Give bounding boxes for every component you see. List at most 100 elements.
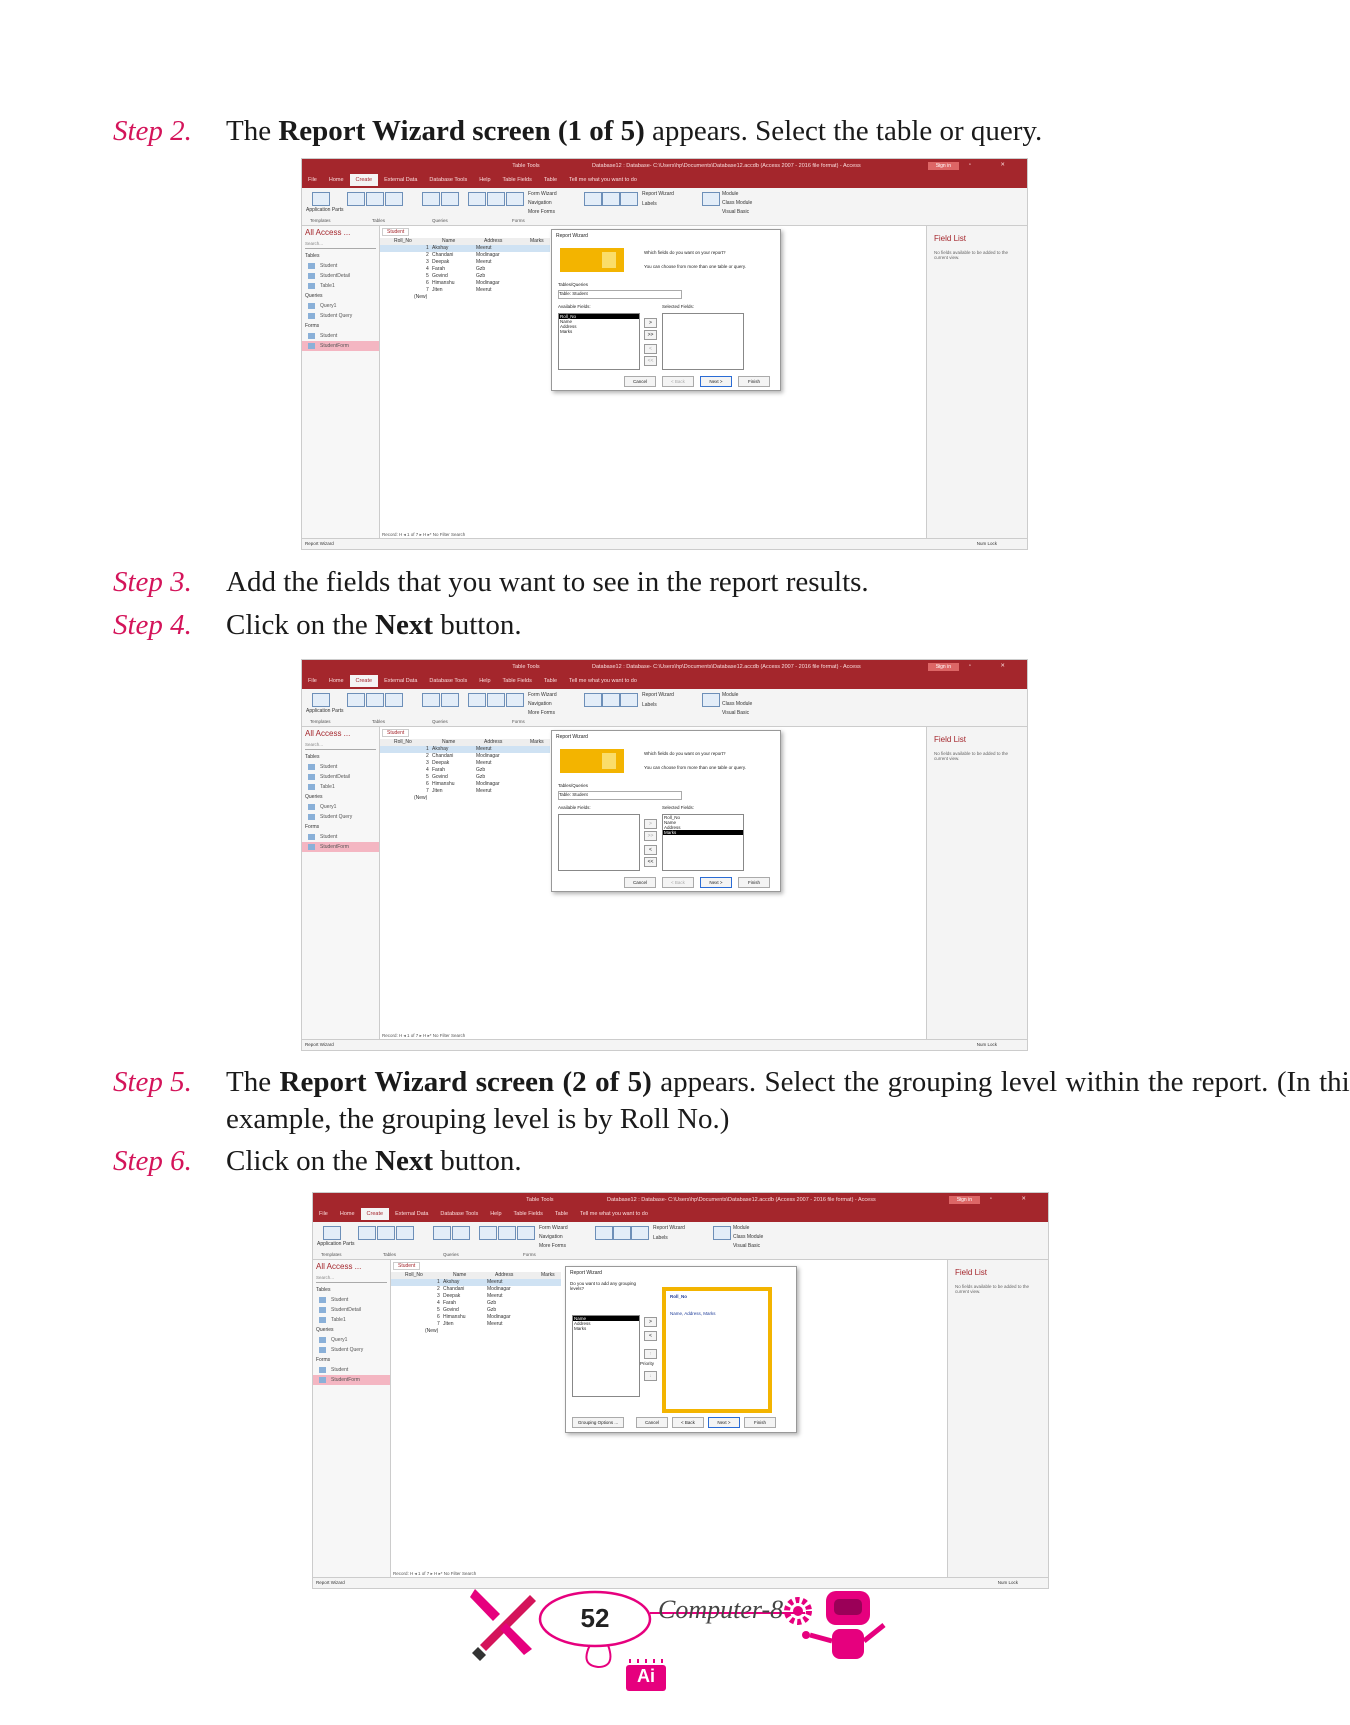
cell[interactable]: (New) xyxy=(414,294,427,300)
remove-all-button[interactable]: << xyxy=(644,857,657,867)
cell[interactable]: Gzb xyxy=(476,767,485,773)
tab-home[interactable]: Home xyxy=(334,1208,361,1220)
cell[interactable]: Jiten xyxy=(443,1321,454,1327)
more-forms-button[interactable]: More Forms xyxy=(539,1243,566,1249)
nav-search-input[interactable]: Search... xyxy=(305,742,376,750)
table-row[interactable]: 2 Chandani Modinagar xyxy=(391,1286,561,1293)
cell[interactable]: 5 xyxy=(437,1307,440,1313)
nav-item[interactable]: Query1 xyxy=(302,301,379,311)
blank-form-icon[interactable] xyxy=(517,1226,535,1240)
cell[interactable]: 3 xyxy=(437,1293,440,1299)
labels-button[interactable]: Labels xyxy=(653,1235,668,1241)
cell[interactable]: Govind xyxy=(432,774,448,780)
table-row[interactable]: 4 Farah Gzb xyxy=(380,266,550,273)
blank-form-icon[interactable] xyxy=(506,192,524,206)
remove-all-button[interactable]: << xyxy=(644,356,657,366)
cell[interactable]: 4 xyxy=(437,1300,440,1306)
list-item[interactable]: Marks xyxy=(573,1326,639,1331)
cell[interactable]: Himanshu xyxy=(432,280,455,286)
cell[interactable]: Gzb xyxy=(476,266,485,272)
visual-basic-button[interactable]: Visual Basic xyxy=(733,1243,760,1249)
tab-table-fields[interactable]: Table Fields xyxy=(497,675,538,687)
tab-external-data[interactable]: External Data xyxy=(378,174,423,186)
remove-group-button[interactable]: < xyxy=(644,1331,657,1341)
nav-header[interactable]: All Access ... xyxy=(313,1260,390,1273)
tab-external-data[interactable]: External Data xyxy=(389,1208,434,1220)
table-row[interactable]: 5 Govind Gzb xyxy=(391,1307,561,1314)
module-button[interactable]: Module xyxy=(722,692,738,698)
form-wizard-button[interactable]: Form Wizard xyxy=(528,692,557,698)
next-button[interactable]: Next > xyxy=(708,1417,740,1428)
col-header[interactable]: Name xyxy=(442,739,455,745)
document-tab[interactable]: Student xyxy=(382,228,410,236)
form-icon[interactable] xyxy=(468,192,486,206)
cell[interactable]: 3 xyxy=(426,760,429,766)
cell[interactable]: Deepak xyxy=(443,1293,460,1299)
cell[interactable]: Deepak xyxy=(432,259,449,265)
blank-report-icon[interactable] xyxy=(620,693,638,707)
module-button[interactable]: Module xyxy=(722,191,738,197)
cell[interactable]: Govind xyxy=(443,1307,459,1313)
query-wizard-icon[interactable] xyxy=(433,1226,451,1240)
col-header[interactable]: Roll_No xyxy=(394,238,412,244)
query-design-icon[interactable] xyxy=(441,693,459,707)
nav-item[interactable]: Student Query xyxy=(313,1345,390,1355)
nav-section-forms[interactable]: Forms xyxy=(302,321,379,331)
nav-item-selected[interactable]: StudentForm xyxy=(302,341,379,351)
table-design-icon[interactable] xyxy=(366,192,384,206)
window-controls[interactable]: – ▫ ✕ xyxy=(957,1196,1040,1202)
blank-report-icon[interactable] xyxy=(631,1226,649,1240)
nav-section-forms[interactable]: Forms xyxy=(313,1355,390,1365)
class-module-button[interactable]: Class Module xyxy=(733,1234,763,1240)
cell[interactable]: 2 xyxy=(437,1286,440,1292)
app-parts-icon[interactable] xyxy=(323,1226,341,1240)
cell[interactable]: Gzb xyxy=(487,1307,496,1313)
table-row[interactable]: 1 Akshay Meerut xyxy=(391,1279,561,1286)
cell[interactable]: Meerut xyxy=(476,746,492,752)
new-row[interactable]: (New) xyxy=(380,294,550,301)
col-header[interactable]: Name xyxy=(453,1272,466,1278)
report-wizard-button[interactable]: Report Wizard xyxy=(653,1225,685,1231)
report-icon[interactable] xyxy=(584,192,602,206)
tab-file[interactable]: File xyxy=(313,1208,334,1220)
cell[interactable]: Modinagar xyxy=(476,280,500,286)
cell[interactable]: (New) xyxy=(425,1328,438,1334)
selected-fields-list[interactable]: Roll_No Name Address Marks xyxy=(662,814,744,871)
finish-button[interactable]: Finish xyxy=(738,376,770,387)
tab-database-tools[interactable]: Database Tools xyxy=(434,1208,484,1220)
report-icon[interactable] xyxy=(584,693,602,707)
report-design-icon[interactable] xyxy=(602,693,620,707)
tab-table[interactable]: Table xyxy=(549,1208,574,1220)
table-row[interactable]: 2 Chandani Modinagar xyxy=(380,252,550,259)
more-forms-button[interactable]: More Forms xyxy=(528,710,555,716)
macro-icon[interactable] xyxy=(713,1226,731,1240)
sharepoint-icon[interactable] xyxy=(396,1226,414,1240)
nav-item[interactable]: Student Query xyxy=(302,812,379,822)
table-icon[interactable] xyxy=(347,693,365,707)
app-parts-icon[interactable] xyxy=(312,693,330,707)
cell[interactable]: 6 xyxy=(437,1314,440,1320)
remove-field-button[interactable]: < xyxy=(644,344,657,354)
cell[interactable]: Modinagar xyxy=(476,781,500,787)
tab-table-fields[interactable]: Table Fields xyxy=(508,1208,549,1220)
back-button[interactable]: < Back xyxy=(662,376,694,387)
tab-help[interactable]: Help xyxy=(473,675,496,687)
report-wizard-button[interactable]: Report Wizard xyxy=(642,692,674,698)
list-item[interactable]: Marks xyxy=(663,830,743,835)
cell[interactable]: Farah xyxy=(443,1300,456,1306)
nav-item[interactable]: Student xyxy=(302,331,379,341)
cell[interactable]: 7 xyxy=(426,788,429,794)
cell[interactable]: Akshay xyxy=(443,1279,459,1285)
tables-queries-select[interactable]: Table: Student xyxy=(558,290,682,299)
nav-item[interactable]: Query1 xyxy=(302,802,379,812)
tab-table-fields[interactable]: Table Fields xyxy=(497,174,538,186)
cell[interactable]: 7 xyxy=(437,1321,440,1327)
add-group-button[interactable]: > xyxy=(644,1317,657,1327)
nav-section-forms[interactable]: Forms xyxy=(302,822,379,832)
cancel-button[interactable]: Cancel xyxy=(624,376,656,387)
table-row[interactable]: 1 Akshay Meerut xyxy=(380,245,550,252)
form-icon[interactable] xyxy=(479,1226,497,1240)
available-fields-list[interactable]: Roll_No Name Address Marks xyxy=(558,313,640,370)
tab-help[interactable]: Help xyxy=(473,174,496,186)
cell[interactable]: 7 xyxy=(426,287,429,293)
